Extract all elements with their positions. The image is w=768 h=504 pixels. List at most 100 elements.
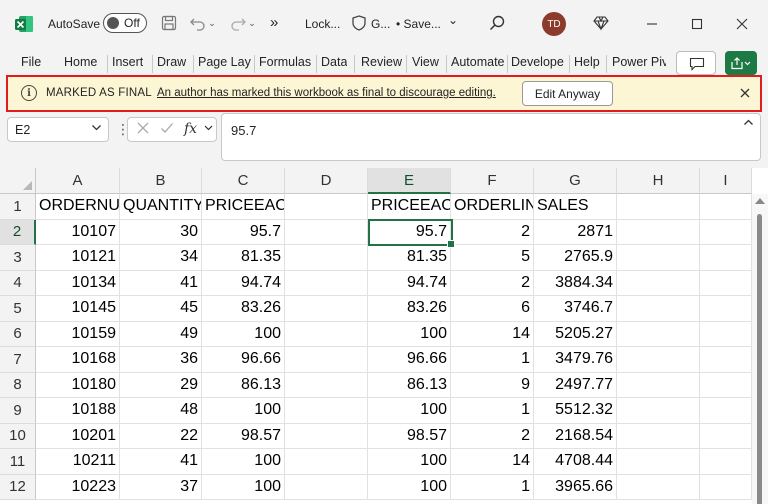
cell-b9[interactable]: 48 bbox=[120, 398, 202, 424]
tab-developer[interactable]: Develope bbox=[511, 55, 567, 69]
cell-c4[interactable]: 94.74 bbox=[202, 270, 285, 296]
chevron-down-icon[interactable] bbox=[204, 123, 213, 135]
cell-f5[interactable]: 6 bbox=[451, 296, 534, 322]
minimize-icon[interactable] bbox=[640, 12, 664, 36]
redo-icon[interactable] bbox=[227, 12, 249, 34]
cell-h8[interactable] bbox=[617, 372, 700, 398]
cell-d12[interactable] bbox=[285, 474, 368, 500]
cell-b2[interactable]: 30 bbox=[120, 219, 202, 245]
cell-f8[interactable]: 9 bbox=[451, 372, 534, 398]
cell-f10[interactable]: 2 bbox=[451, 423, 534, 449]
cell-a5[interactable]: 10145 bbox=[36, 296, 120, 322]
cell-d2[interactable] bbox=[285, 219, 368, 245]
cell-g11[interactable]: 4708.44 bbox=[534, 449, 617, 475]
cell-c10[interactable]: 98.57 bbox=[202, 423, 285, 449]
tab-automate[interactable]: Automate bbox=[451, 55, 505, 69]
cell-e5[interactable]: 83.26 bbox=[368, 296, 451, 322]
tab-file[interactable]: File bbox=[21, 55, 41, 69]
cell-f6[interactable]: 14 bbox=[451, 321, 534, 347]
autosave-toggle[interactable]: Off bbox=[103, 13, 147, 33]
cell-e11[interactable]: 100 bbox=[368, 449, 451, 475]
cell-b11[interactable]: 41 bbox=[120, 449, 202, 475]
cell-i12[interactable] bbox=[700, 474, 752, 500]
vertical-scrollbar[interactable] bbox=[752, 194, 768, 504]
cell-d7[interactable] bbox=[285, 347, 368, 373]
overflow-button[interactable]: » bbox=[270, 14, 278, 31]
undo-chevron-icon[interactable]: ⌄ bbox=[207, 12, 217, 34]
column-header-b[interactable]: B bbox=[120, 168, 202, 194]
cell-f11[interactable]: 14 bbox=[451, 449, 534, 475]
cell-c8[interactable]: 86.13 bbox=[202, 372, 285, 398]
cell-g9[interactable]: 5512.32 bbox=[534, 398, 617, 424]
share-button[interactable] bbox=[725, 51, 757, 75]
tab-review[interactable]: Review bbox=[361, 55, 402, 69]
cell-e6[interactable]: 100 bbox=[368, 321, 451, 347]
save-icon[interactable] bbox=[158, 12, 180, 34]
sensitivity-shield-icon[interactable] bbox=[348, 12, 370, 34]
row-header-8[interactable]: 8 bbox=[0, 372, 36, 398]
cell-b1[interactable]: QUANTITYORDERED bbox=[120, 194, 202, 220]
tab-view[interactable]: View bbox=[412, 55, 439, 69]
avatar[interactable]: TD bbox=[542, 12, 566, 36]
cell-i8[interactable] bbox=[700, 372, 752, 398]
tab-draw[interactable]: Draw bbox=[157, 55, 186, 69]
tab-data[interactable]: Data bbox=[321, 55, 347, 69]
cell-c1[interactable]: PRICEEACH bbox=[202, 194, 285, 220]
cell-b8[interactable]: 29 bbox=[120, 372, 202, 398]
cell-f7[interactable]: 1 bbox=[451, 347, 534, 373]
cell-d11[interactable] bbox=[285, 449, 368, 475]
cell-e3[interactable]: 81.35 bbox=[368, 245, 451, 271]
cell-h10[interactable] bbox=[617, 423, 700, 449]
cell-d3[interactable] bbox=[285, 245, 368, 271]
column-header-g[interactable]: G bbox=[534, 168, 617, 194]
cancel-icon[interactable] bbox=[136, 121, 150, 139]
cell-d1[interactable] bbox=[285, 194, 368, 220]
cell-d5[interactable] bbox=[285, 296, 368, 322]
cell-g6[interactable]: 5205.27 bbox=[534, 321, 617, 347]
close-icon[interactable] bbox=[736, 84, 754, 102]
cell-c7[interactable]: 96.66 bbox=[202, 347, 285, 373]
cell-f4[interactable]: 2 bbox=[451, 270, 534, 296]
cell-b5[interactable]: 45 bbox=[120, 296, 202, 322]
cell-b12[interactable]: 37 bbox=[120, 474, 202, 500]
select-all-button[interactable] bbox=[0, 168, 36, 194]
column-header-i[interactable]: I bbox=[700, 168, 752, 194]
column-header-h[interactable]: H bbox=[617, 168, 700, 194]
column-header-f[interactable]: F bbox=[451, 168, 534, 194]
row-header-11[interactable]: 11 bbox=[0, 449, 36, 475]
cell-h1[interactable] bbox=[617, 194, 700, 220]
cell-h12[interactable] bbox=[617, 474, 700, 500]
cell-e10[interactable]: 98.57 bbox=[368, 423, 451, 449]
cell-e8[interactable]: 86.13 bbox=[368, 372, 451, 398]
column-header-c[interactable]: C bbox=[202, 168, 285, 194]
search-icon[interactable] bbox=[486, 12, 508, 34]
chevron-up-icon[interactable] bbox=[743, 117, 754, 131]
name-box[interactable]: E2 bbox=[7, 117, 109, 142]
tab-help[interactable]: Help bbox=[574, 55, 600, 69]
cell-g2[interactable]: 2871 bbox=[534, 219, 617, 245]
cell-i4[interactable] bbox=[700, 270, 752, 296]
tab-page-layout[interactable]: Page Lay bbox=[198, 55, 252, 69]
cell-i5[interactable] bbox=[700, 296, 752, 322]
cell-i6[interactable] bbox=[700, 321, 752, 347]
cell-i1[interactable] bbox=[700, 194, 752, 220]
insert-function-button[interactable]: fx bbox=[184, 121, 197, 137]
cell-h7[interactable] bbox=[617, 347, 700, 373]
row-header-2[interactable]: 2 bbox=[0, 219, 36, 245]
cell-d6[interactable] bbox=[285, 321, 368, 347]
redo-chevron-icon[interactable]: ⌄ bbox=[247, 12, 257, 34]
cell-g12[interactable]: 3965.66 bbox=[534, 474, 617, 500]
undo-icon[interactable] bbox=[187, 12, 209, 34]
cell-d4[interactable] bbox=[285, 270, 368, 296]
cell-g5[interactable]: 3746.7 bbox=[534, 296, 617, 322]
enter-check-icon[interactable] bbox=[160, 121, 174, 138]
column-header-d[interactable]: D bbox=[285, 168, 368, 194]
cell-d9[interactable] bbox=[285, 398, 368, 424]
cell-c12[interactable]: 100 bbox=[202, 474, 285, 500]
row-header-3[interactable]: 3 bbox=[0, 245, 36, 271]
cell-a12[interactable]: 10223 bbox=[36, 474, 120, 500]
cell-a6[interactable]: 10159 bbox=[36, 321, 120, 347]
save-status-chevron[interactable]: ⌄ bbox=[448, 13, 458, 27]
cell-c5[interactable]: 83.26 bbox=[202, 296, 285, 322]
cell-d10[interactable] bbox=[285, 423, 368, 449]
